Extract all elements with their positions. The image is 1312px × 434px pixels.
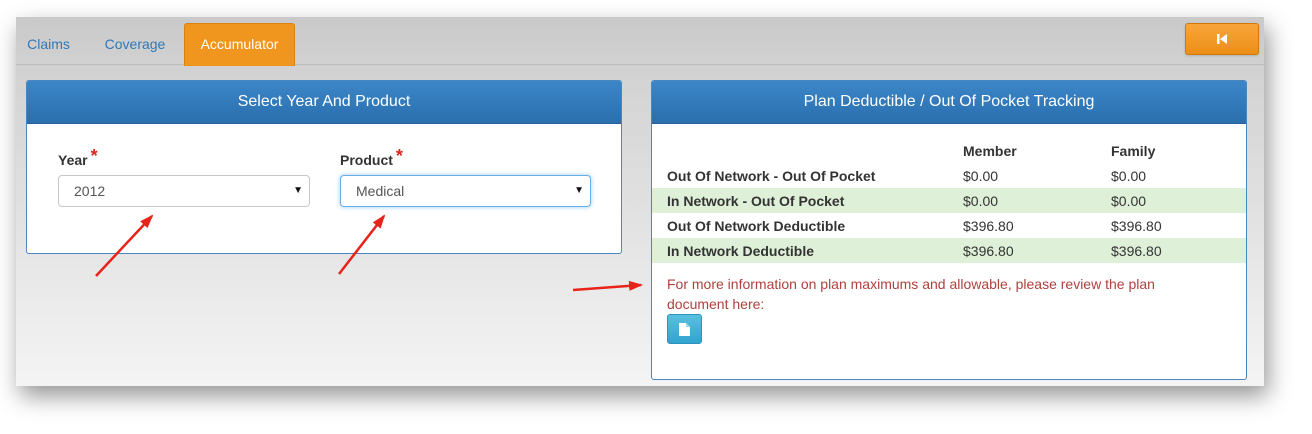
annotation-arrow [95, 214, 154, 277]
annotation-arrow [572, 280, 643, 292]
annotation-arrows [95, 214, 643, 292]
annotation-arrow [338, 214, 386, 275]
